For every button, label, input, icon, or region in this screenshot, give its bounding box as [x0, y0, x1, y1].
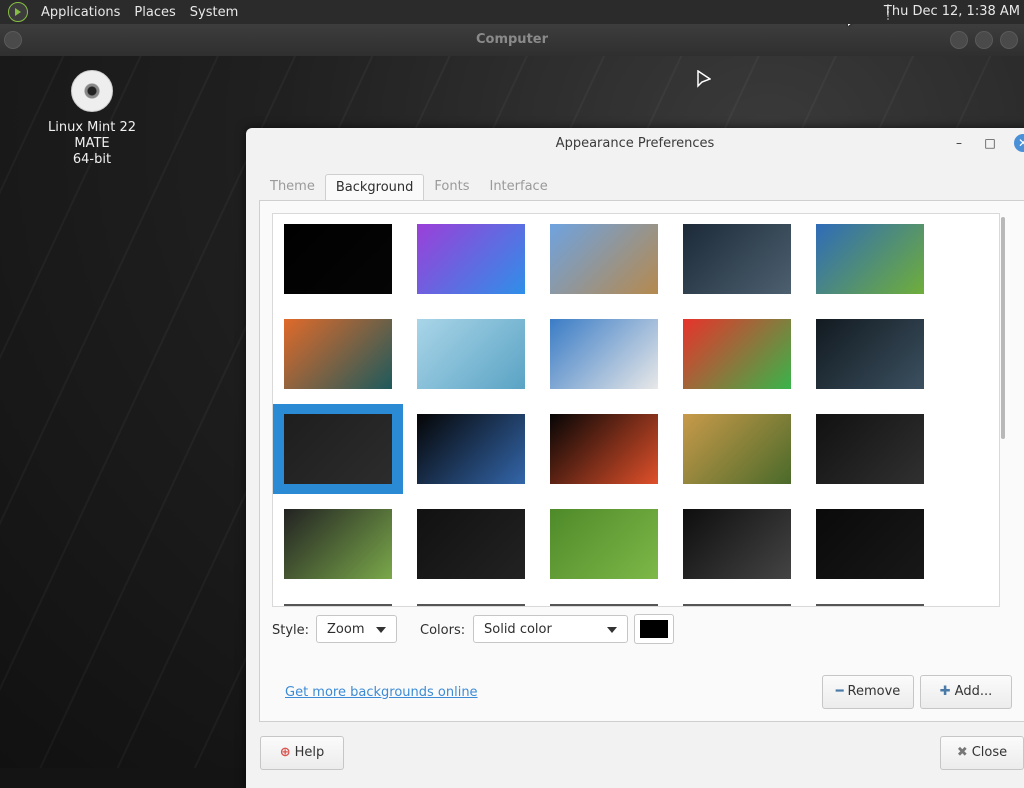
close-button[interactable]: ✖ Close — [940, 736, 1024, 770]
tab-theme[interactable]: Theme — [260, 174, 325, 200]
scrollbar-thumb[interactable] — [1001, 217, 1005, 439]
wallpaper-thumbnail-misty-mountain[interactable] — [417, 319, 525, 389]
colors-label: Colors: — [420, 623, 466, 638]
remove-label: Remove — [847, 684, 901, 699]
wallpaper-thumbnail-rainbow-pencils[interactable] — [683, 319, 791, 389]
style-dropdown[interactable]: Zoom — [316, 615, 397, 643]
minimize-button[interactable]: – — [952, 136, 966, 150]
style-label: Style: — [272, 623, 310, 638]
chevron-down-icon — [607, 627, 617, 633]
tab-interface[interactable]: Interface — [479, 174, 557, 200]
minimize-circle-icon[interactable] — [950, 31, 968, 49]
wallpaper-thumbnail-green-blue-pattern[interactable] — [816, 224, 924, 294]
tab-bar: Theme Background Fonts Interface — [260, 174, 558, 200]
appearance-preferences-dialog: Appearance Preferences – □ ✕ Theme Backg… — [246, 128, 1024, 788]
wallpaper-thumbnail-partial[interactable] — [550, 604, 658, 606]
wallpaper-thumbnail-partial[interactable] — [417, 604, 525, 606]
wallpaper-thumbnail-purple-waves[interactable] — [417, 224, 525, 294]
maximize-button[interactable]: □ — [983, 136, 997, 150]
menu-system[interactable]: System — [183, 5, 245, 20]
wallpaper-thumbnail-mint-green-layers[interactable] — [284, 509, 392, 579]
close-icon: ✖ — [956, 745, 968, 760]
get-more-backgrounds-link[interactable]: Get more backgrounds online — [285, 685, 478, 700]
computer-window-titlebar[interactable]: Computer — [0, 24, 1024, 56]
tab-fonts[interactable]: Fonts — [424, 174, 479, 200]
top-panel: Applications Places System Thu Dec 12, 1… — [0, 0, 1024, 24]
wallpaper-thumbnail-circuit-chip[interactable] — [816, 319, 924, 389]
wallpaper-thumbnail-dark-mountain[interactable] — [683, 224, 791, 294]
desktop-icon-install-disc[interactable]: Linux Mint 22 MATE 64-bit — [30, 70, 154, 168]
computer-window-title: Computer — [475, 32, 549, 47]
wallpaper-thumbnail-eclipse-sequence[interactable] — [550, 414, 658, 484]
help-label: Help — [294, 745, 325, 760]
wallpaper-thumbnail-mint-logo-center[interactable] — [816, 509, 924, 579]
wallpaper-thumbnail-snowy-valley[interactable] — [550, 319, 658, 389]
wallpaper-thumbnail-village-street[interactable] — [683, 414, 791, 484]
lifebuoy-icon: ⊕ — [279, 745, 291, 760]
add-button[interactable]: ✚ Add... — [920, 675, 1012, 709]
close-circle-icon[interactable] — [1000, 31, 1018, 49]
close-label: Close — [971, 745, 1008, 760]
clock[interactable]: Thu Dec 12, 1:38 AM — [884, 0, 1020, 24]
mouse-pointer-outline-icon — [697, 70, 711, 88]
plus-icon: ✚ — [939, 684, 951, 699]
color-picker-button[interactable] — [634, 614, 674, 644]
desktop-icon-label-line2: 64-bit — [72, 152, 112, 167]
style-value: Zoom — [327, 622, 365, 637]
colors-value: Solid color — [484, 622, 552, 637]
desktop-icon-label-line1: Linux Mint 22 MATE — [48, 120, 136, 151]
wallpaper-thumbnail-partial[interactable] — [683, 604, 791, 606]
background-tab-panel: Style: Zoom Colors: Solid color Get more… — [259, 200, 1024, 722]
wallpaper-thumbnail-mint-logo-dark[interactable] — [284, 414, 392, 484]
colors-dropdown[interactable]: Solid color — [473, 615, 628, 643]
help-button[interactable]: ⊕ Help — [260, 736, 344, 770]
wallpaper-thumbnail-lake-mountains[interactable] — [550, 224, 658, 294]
window-menu-icon[interactable] — [4, 31, 22, 49]
remove-button[interactable]: ━ Remove — [822, 675, 914, 709]
tab-background[interactable]: Background — [324, 174, 425, 200]
grid-scrollbar[interactable] — [1000, 213, 1006, 605]
wallpaper-thumbnail-mint-green[interactable] — [550, 509, 658, 579]
chevron-down-icon — [376, 627, 386, 633]
add-label: Add... — [954, 684, 993, 699]
dialog-title: Appearance Preferences — [555, 136, 715, 151]
wallpaper-thumbnail-mint-logo-black[interactable] — [417, 509, 525, 579]
disc-icon — [71, 70, 113, 112]
wallpaper-grid[interactable] — [272, 213, 1000, 607]
wallpaper-thumbnail-earth-space[interactable] — [417, 414, 525, 484]
menu-places[interactable]: Places — [127, 5, 182, 20]
mint-menu-icon[interactable] — [8, 2, 28, 22]
wallpaper-thumbnail-orange-sunset-boat[interactable] — [284, 319, 392, 389]
wallpaper-thumbnail-partial[interactable] — [284, 604, 392, 606]
wallpaper-thumbnail-solid-black[interactable] — [284, 224, 392, 294]
color-swatch — [640, 620, 668, 638]
minus-icon: ━ — [835, 684, 844, 699]
menu-applications[interactable]: Applications — [34, 5, 127, 20]
wallpaper-thumbnail-mint-logo-corner[interactable] — [816, 414, 924, 484]
maximize-circle-icon[interactable] — [975, 31, 993, 49]
wallpaper-thumbnail-mint-logo-grey[interactable] — [683, 509, 791, 579]
wallpaper-thumbnail-partial[interactable] — [816, 604, 924, 606]
